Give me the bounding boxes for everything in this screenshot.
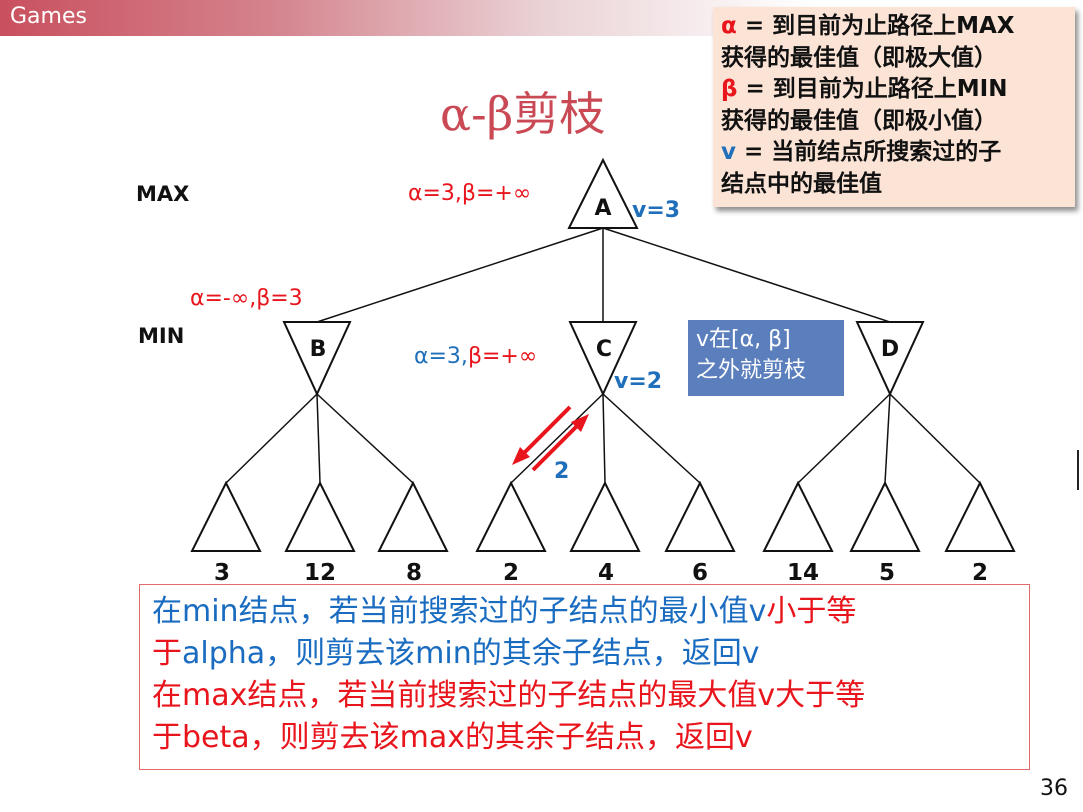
node-b-alpha-beta: α=-∞,β=3 (190, 286, 303, 311)
edge-b-2 (316, 393, 321, 484)
leaf-triangle (284, 480, 356, 552)
node-a-label: A (594, 196, 611, 221)
pruning-rule-box: 在min结点，若当前搜索过的子结点的最小值v小于等 于alpha，则剪去该min… (139, 584, 1030, 770)
leaf-triangle (944, 480, 1016, 552)
rule-l2-blue: alpha，则剪去该min的其余子结点，返回v (182, 636, 760, 671)
arrow-down-left (520, 405, 572, 457)
edge-d-2 (884, 393, 891, 484)
pruning-note: v在[α, β] 之外就剪枝 (688, 320, 844, 396)
node-c-beta: β=+∞ (468, 344, 537, 369)
node-c-v: v=2 (614, 369, 662, 394)
edge-c-3 (602, 393, 701, 484)
leaf-value: 2 (972, 560, 988, 586)
leaf-value: 2 (503, 560, 519, 586)
rule-l3-red2: 大于等 (775, 678, 866, 713)
pruning-note-line1: v在[α, β] (696, 327, 791, 352)
edge-d-3 (889, 393, 981, 484)
node-b-label: B (310, 337, 327, 362)
rule-line-2: 于alpha，则剪去该min的其余子结点，返回v (152, 633, 1029, 675)
edge-a-b (316, 227, 604, 323)
edge-d-1 (797, 393, 891, 484)
leaf-triangle (664, 480, 736, 552)
rule-l2-red: 于 (152, 636, 182, 671)
node-c-label: C (596, 337, 612, 362)
rule-line-4: 于beta，则剪去该max的其余子结点，返回v (152, 720, 753, 755)
leaf-triangle (569, 480, 641, 552)
rule-l1-red: 小于等 (766, 594, 857, 629)
leaf-triangle (849, 480, 921, 552)
leaf-value: 6 (692, 560, 708, 586)
leaf-value: 3 (214, 560, 230, 586)
node-c-alpha: α=3, (414, 344, 468, 369)
leaf-value: 14 (787, 560, 819, 586)
page-number: 36 (1040, 776, 1068, 801)
leaf-triangle (190, 480, 262, 552)
edge-c-2 (602, 393, 606, 484)
leaf-triangle (377, 480, 449, 552)
leaf-value: 12 (304, 560, 336, 586)
leaf-triangle (475, 480, 547, 552)
edge-b-1 (225, 393, 318, 484)
rule-l1-blue: 在min结点，若当前搜索过的子结点的最小值v (152, 594, 767, 629)
exchange-arrows (512, 405, 589, 472)
node-a-v: v=3 (632, 198, 680, 223)
node-d-label: D (881, 337, 899, 362)
rule-line-3: 在max结点，若当前搜索过的子结点的最大值v大于等 (152, 675, 1029, 717)
leaf-value: 5 (879, 560, 895, 586)
rule-line-1: 在min结点，若当前搜索过的子结点的最小值v小于等 (152, 591, 1029, 633)
leaf-value: 4 (598, 560, 614, 586)
edge-b-3 (316, 393, 414, 484)
node-c-alpha-beta: α=3,β=+∞ (414, 344, 537, 369)
leaf-value: 8 (406, 560, 422, 586)
edge-a-d (602, 227, 891, 323)
arrow-value: 2 (554, 459, 569, 484)
side-marker (1077, 450, 1079, 490)
pruning-note-line2: 之外就剪枝 (696, 358, 807, 383)
leaf-triangle (762, 480, 834, 552)
node-a-alpha-beta: α=3,β=+∞ (408, 181, 531, 206)
rule-l3-red1: 在max结点，若当前搜索过的子结点的最大值v (152, 678, 776, 713)
